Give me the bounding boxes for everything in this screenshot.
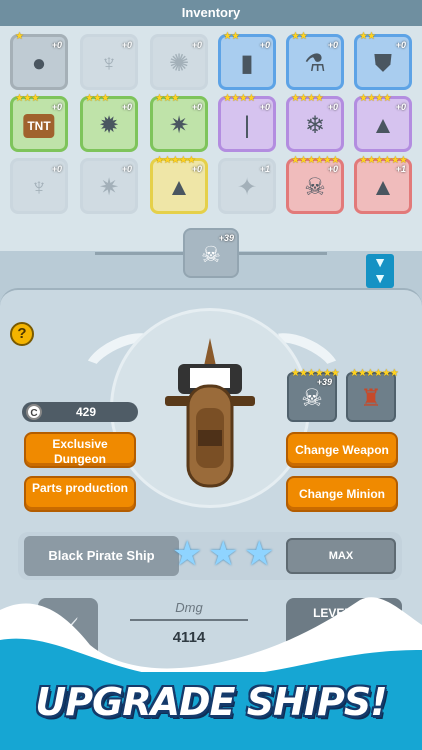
ship-name-bar: Black Pirate Ship ★ ★ ★ MAX — [18, 532, 402, 580]
inventory-slot[interactable]: ★★★★ +0 ❄ — [286, 93, 344, 152]
inventory-slot[interactable]: ★ +0 ● — [10, 31, 68, 90]
slot-count: +0 — [327, 40, 338, 50]
cannonball-icon: ● — [31, 50, 47, 77]
skull-cannon-icon: ☠ — [304, 174, 326, 201]
firework-rocket-icon: ▲ — [371, 174, 395, 201]
parts-production-button[interactable]: Parts production — [24, 476, 136, 512]
equipped-minion-slot[interactable]: ★★★★★★ ♜ — [346, 368, 399, 422]
fly-icon: ✦ — [236, 174, 258, 201]
slot-count: +0 — [191, 164, 202, 174]
slot-count: +0 — [51, 102, 62, 112]
inventory-slot[interactable]: +0 ✷ — [80, 158, 138, 214]
slot-count: +0 — [327, 102, 338, 112]
change-weapon-button[interactable]: Change Weapon — [286, 432, 398, 468]
skull-parts-icon: ☠ — [201, 241, 221, 267]
spiked-ball-icon: ✷ — [98, 174, 120, 201]
slot-count: +1 — [259, 164, 270, 174]
ship-name: Black Pirate Ship — [24, 536, 179, 576]
slot-stars: ★★★ — [15, 93, 40, 104]
slot-count: +0 — [395, 102, 406, 112]
ship-star-3: ★ — [244, 535, 275, 573]
poison-flask-icon: ⚗ — [304, 50, 326, 77]
inventory-slot[interactable]: +0 ✺ — [150, 34, 208, 90]
promo-banner: UPGRADE SHIPS! — [35, 680, 387, 724]
inventory-slot[interactable]: ★★ +0 ▮ — [218, 31, 276, 90]
inventory-header: Inventory — [0, 0, 422, 26]
spike-mine-icon: ✷ — [168, 112, 190, 139]
slot-stars: ★★ — [359, 31, 376, 42]
coin-amount: 429 — [76, 405, 97, 419]
slot-count: +0 — [51, 40, 62, 50]
slot-count: +1 — [395, 164, 406, 174]
slot-stars: ★★★★★ — [155, 155, 196, 166]
inventory-slot[interactable]: ★★ +0 ⚗ — [286, 31, 344, 90]
slot-count: +0 — [51, 164, 62, 174]
slot-count: +0 — [259, 40, 270, 50]
coin-balance: C 429 — [22, 402, 138, 422]
slot-count: +0 — [121, 40, 132, 50]
inventory-slot[interactable]: ★★★★ +0 ▲ — [354, 93, 412, 152]
inventory-grid: ★ +0 ● +0 ♆ +0 ✺ ★★ +0 ▮ ★★ +0 ⚗ ★★ +0 ⛊ ★★★ +0 TNT ★★★ +0 ✹ ★… — [0, 26, 422, 251]
slot-stars: ★★★ — [85, 93, 110, 104]
slot-stars: ★ — [15, 31, 24, 42]
change-minion-button[interactable]: Change Minion — [286, 476, 398, 512]
inventory-slot[interactable]: ★★★★ +0 | — [218, 93, 276, 152]
exclusive-dungeon-button[interactable]: Exclusive Dungeon — [24, 432, 136, 468]
parts-count: +39 — [218, 233, 234, 243]
inventory-slot[interactable]: ★★★★★ +0 ▲ — [150, 155, 208, 214]
missile-icon: ▲ — [167, 174, 191, 201]
slot-stars: ★★ — [223, 31, 240, 42]
ship-star-1: ★ — [172, 535, 203, 573]
slot-stars: ★★ — [291, 31, 308, 42]
inventory-slot[interactable]: ★★ +0 ⛊ — [354, 31, 412, 90]
inventory-slot[interactable]: ★★★★★★ +1 ▲ — [354, 155, 412, 214]
slot-count: +0 — [259, 102, 270, 112]
slot-stars: ★★★★ — [291, 93, 324, 104]
slot-count: +0 — [121, 164, 132, 174]
minion-icon: ♜ — [360, 384, 382, 412]
slot-count: +0 — [121, 102, 132, 112]
inventory-slot[interactable]: ★★★ +0 TNT — [10, 93, 68, 152]
max-button[interactable]: MAX — [286, 538, 396, 574]
inventory-slot[interactable]: ★★★★★★ +0 ☠ — [286, 155, 344, 214]
slot-stars: ★★★★ — [359, 93, 392, 104]
squid-icon: ♆ — [100, 50, 118, 77]
tnt-barrel-icon: TNT — [23, 114, 55, 138]
slot-stars: ★★★ — [155, 93, 180, 104]
equipped-weapon-slot[interactable]: ★★★★★★ +39 ☠ — [287, 368, 340, 422]
coin-icon: C — [26, 404, 42, 420]
inventory-slot[interactable]: +0 ♆ — [80, 34, 138, 90]
rocket-icon: ▲ — [371, 112, 395, 139]
bullet-icon: ▮ — [240, 50, 254, 77]
shield-shell-icon: ⛊ — [374, 50, 392, 77]
parts-slot[interactable]: +39 ☠ — [183, 228, 239, 278]
inventory-slot[interactable]: ★★★ +0 ✷ — [150, 93, 208, 152]
inventory-title: Inventory — [181, 5, 241, 20]
help-button[interactable]: ? — [10, 322, 34, 346]
vortex-icon: ✺ — [168, 50, 190, 77]
slot-count: +0 — [327, 164, 338, 174]
skull-parts-icon: ☠ — [301, 384, 323, 412]
inventory-slot[interactable]: ★★★ +0 ✹ — [80, 93, 138, 152]
slot-stars: ★★★★ — [223, 93, 256, 104]
slot-count: +0 — [191, 40, 202, 50]
ice-comet-icon: ❄ — [304, 112, 326, 139]
inventory-slot[interactable]: +1 ✦ — [218, 158, 276, 214]
ship-star-2: ★ — [208, 535, 239, 573]
inventory-slot[interactable]: +0 ♆ — [10, 158, 68, 214]
ghost-squid-icon: ♆ — [30, 174, 48, 201]
minion-stars: ★★★★★★ — [350, 368, 399, 379]
grenade-icon: ✹ — [98, 112, 120, 139]
pirate-ship-image — [165, 338, 255, 488]
double-chevron-down-icon[interactable]: ▼ ▼ — [366, 254, 394, 288]
laser-rod-icon: | — [243, 112, 251, 139]
slot-count: +0 — [395, 40, 406, 50]
slot-count: +0 — [191, 102, 202, 112]
